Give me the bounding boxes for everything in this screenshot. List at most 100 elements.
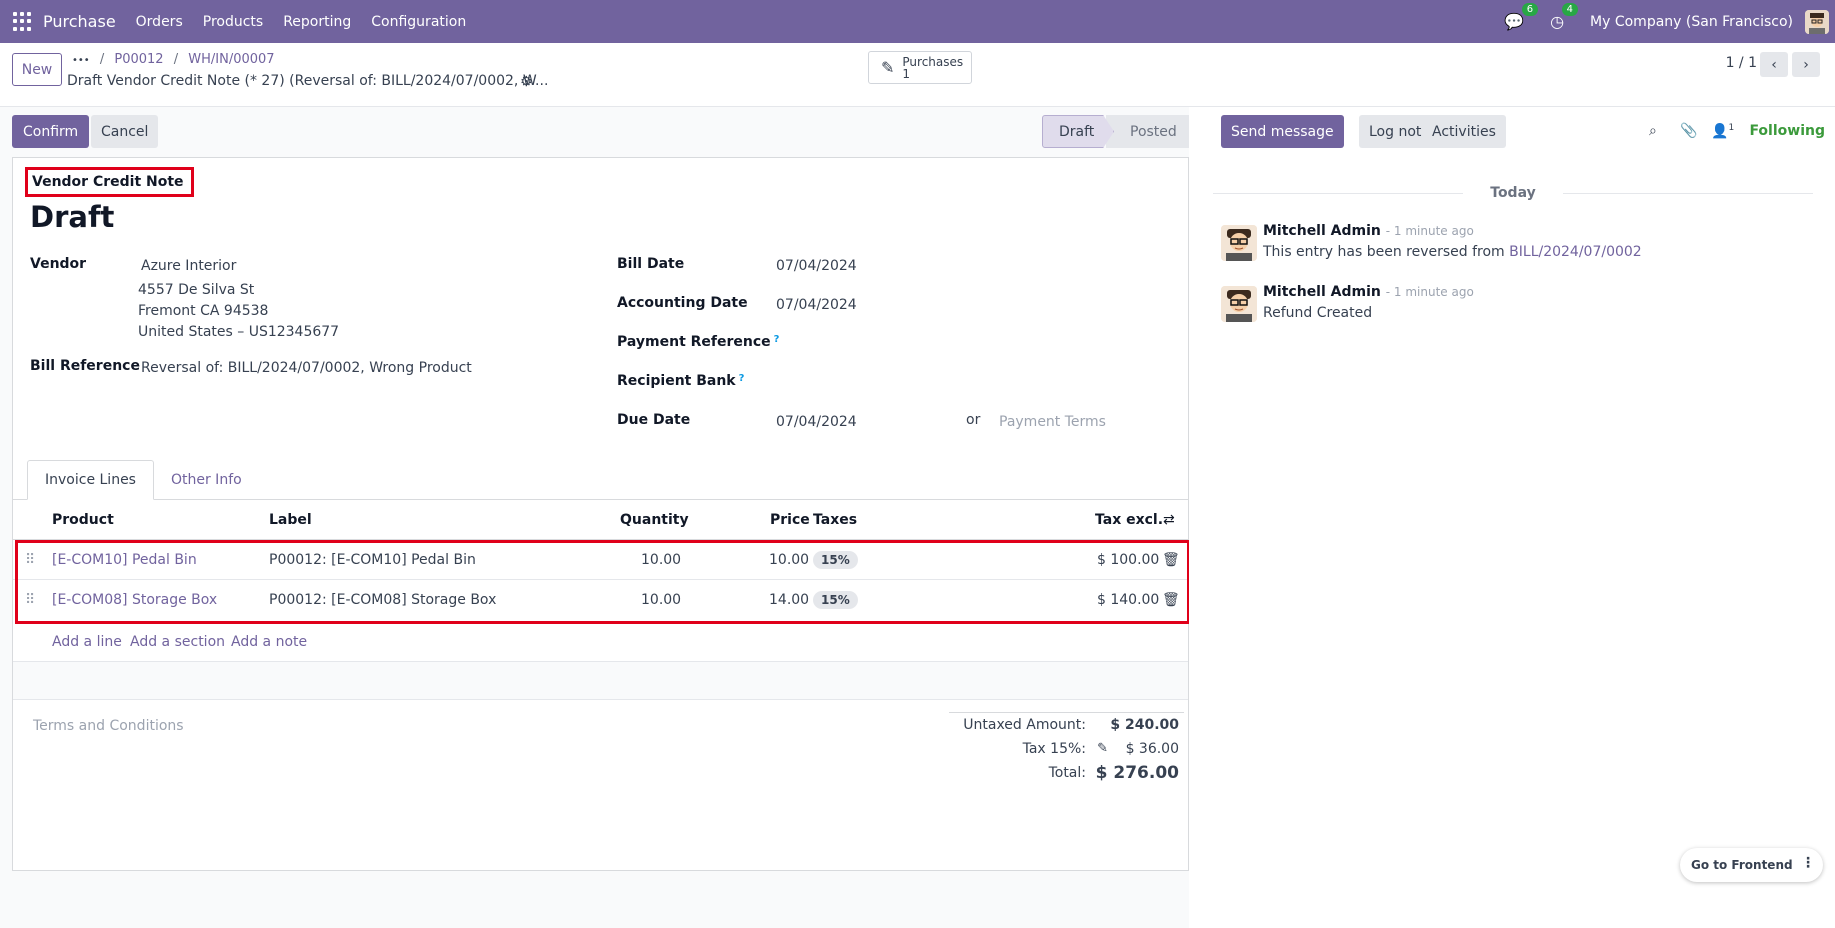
- control-panel: New ••• / P00012 / WH/IN/00007 Draft Ven…: [0, 43, 1835, 107]
- message-body: This entry has been reversed from BILL/2…: [1263, 244, 1642, 260]
- lines-table-header: Product Label Quantity Price Taxes Tax e…: [13, 500, 1188, 540]
- bill-reference-field[interactable]: Reversal of: BILL/2024/07/0002, Wrong Pr…: [141, 360, 472, 376]
- due-date-field[interactable]: 07/04/2024: [776, 414, 857, 430]
- lines-highlight-box: [15, 540, 1190, 624]
- cancel-button[interactable]: Cancel: [91, 115, 159, 148]
- activities-counter: 4: [1561, 3, 1579, 16]
- smart-button-count: 1: [902, 66, 911, 81]
- pencil-icon[interactable]: ✎: [1097, 741, 1108, 756]
- total-label: Total:: [1048, 765, 1086, 781]
- tab-invoice-lines[interactable]: Invoice Lines: [27, 460, 154, 500]
- confirm-button[interactable]: Confirm: [12, 115, 90, 148]
- totals-summary: Untaxed Amount: $ 240.00 Tax 15%: ✎ $ 36…: [949, 712, 1184, 785]
- message-time: - 1 minute ago: [1385, 224, 1474, 238]
- kebab-menu-icon[interactable]: ⋮: [1801, 855, 1815, 871]
- header-taxes[interactable]: Taxes: [813, 500, 857, 540]
- chat-bubbles-icon: 💬: [1504, 12, 1525, 31]
- tax-amount: $ 36.00: [1125, 741, 1179, 757]
- new-button[interactable]: New: [12, 53, 62, 86]
- clock-icon: ◷: [1550, 12, 1565, 31]
- app-menu-icon[interactable]: [13, 11, 33, 32]
- header-quantity[interactable]: Quantity: [620, 500, 689, 540]
- message-author[interactable]: Mitchell Admin - 1 minute ago: [1263, 223, 1474, 239]
- chatter: Send message Log note Activities ⌕ 📎 👤1 …: [1189, 107, 1835, 928]
- due-date-label: Due Date: [617, 412, 691, 428]
- add-note-link[interactable]: Add a note: [231, 622, 307, 662]
- activity-menu[interactable]: ◷ 4: [1550, 3, 1579, 31]
- menu-products[interactable]: Products: [203, 14, 263, 30]
- menu-reporting[interactable]: Reporting: [283, 14, 351, 30]
- notebook-tabs: Invoice Lines Other Info: [27, 460, 259, 500]
- stage-posted[interactable]: Posted: [1106, 115, 1200, 148]
- header-tax-excl[interactable]: Tax excl.: [1095, 500, 1163, 540]
- message-body: Refund Created: [1263, 305, 1373, 321]
- pager-value[interactable]: 1 / 1: [1726, 55, 1757, 71]
- vendor-city: Fremont CA 94538: [138, 303, 269, 319]
- menu-configuration[interactable]: Configuration: [371, 14, 466, 30]
- smart-button-label: Purchases: [902, 54, 964, 69]
- menu-orders[interactable]: Orders: [136, 14, 183, 30]
- recipient-bank-label: Recipient Bank?: [617, 373, 745, 389]
- following-button[interactable]: Following: [1749, 123, 1825, 139]
- avatar[interactable]: [1221, 286, 1257, 322]
- header-label[interactable]: Label: [269, 500, 312, 540]
- move-type-label: Vendor Credit Note: [25, 167, 194, 197]
- optional-columns-icon[interactable]: ⇄: [1163, 500, 1175, 540]
- untaxed-label: Untaxed Amount:: [963, 717, 1086, 733]
- bill-date-label: Bill Date: [617, 256, 685, 272]
- paperclip-icon[interactable]: 📎: [1680, 123, 1697, 139]
- purchases-smart-button[interactable]: ✎ Purchases 1: [868, 51, 972, 84]
- message-link[interactable]: BILL/2024/07/0002: [1509, 244, 1642, 260]
- tax-label: Tax 15%:: [1022, 741, 1086, 757]
- state-title: Draft: [30, 200, 115, 234]
- message-time: - 1 minute ago: [1385, 285, 1474, 299]
- pager-next-button[interactable]: ›: [1792, 52, 1820, 77]
- send-message-button[interactable]: Send message: [1221, 115, 1344, 148]
- breadcrumb-more[interactable]: •••: [72, 55, 90, 66]
- search-icon[interactable]: ⌕: [1649, 123, 1657, 139]
- tab-other-info[interactable]: Other Info: [154, 460, 259, 500]
- message-author[interactable]: Mitchell Admin - 1 minute ago: [1263, 284, 1474, 300]
- bill-date-field[interactable]: 07/04/2024: [776, 258, 857, 274]
- pager-previous-button[interactable]: ‹: [1760, 52, 1788, 77]
- vendor-street: 4557 De Silva St: [138, 282, 255, 298]
- add-section-link[interactable]: Add a section: [130, 622, 225, 662]
- go-to-frontend-label: Go to Frontend: [1691, 858, 1793, 872]
- messaging-menu[interactable]: 💬 6: [1504, 3, 1539, 31]
- untaxed-amount: $ 240.00: [1110, 717, 1179, 733]
- go-to-frontend-button[interactable]: Go to Frontend ⋮: [1680, 848, 1823, 882]
- recipient-bank-field[interactable]: [776, 373, 1176, 393]
- chevron-right-icon: ›: [1803, 56, 1809, 73]
- or-label: or: [966, 412, 981, 428]
- record-title: Draft Vendor Credit Note (* 27) (Reversa…: [67, 73, 549, 89]
- terms-and-conditions-field[interactable]: Terms and Conditions: [33, 718, 184, 734]
- vendor-field[interactable]: Azure Interior: [141, 258, 236, 274]
- help-icon[interactable]: ?: [739, 373, 745, 384]
- header-product[interactable]: Product: [52, 500, 114, 540]
- gear-icon[interactable]: ⚙: [520, 74, 533, 90]
- app-name[interactable]: Purchase: [43, 12, 116, 31]
- followers-icon[interactable]: 👤1: [1711, 123, 1734, 140]
- payment-reference-field[interactable]: [776, 334, 1176, 354]
- payment-reference-label: Payment Reference?: [617, 334, 780, 350]
- total-amount: $ 276.00: [1095, 763, 1179, 783]
- add-row-controls: Add a line Add a section Add a note: [13, 622, 1188, 662]
- user-avatar[interactable]: [1805, 9, 1829, 34]
- accounting-date-field[interactable]: 07/04/2024: [776, 297, 857, 313]
- breadcrumb-receipt[interactable]: WH/IN/00007: [188, 52, 274, 67]
- table-footer: [13, 662, 1188, 700]
- breadcrumb: ••• / P00012 / WH/IN/00007: [72, 52, 275, 67]
- edit-icon: ✎: [881, 58, 895, 77]
- accounting-date-label: Accounting Date: [617, 295, 748, 311]
- bill-reference-label: Bill Reference: [30, 358, 140, 374]
- add-line-link[interactable]: Add a line: [52, 622, 122, 662]
- top-navbar: Purchase Orders Products Reporting Confi…: [0, 0, 1835, 43]
- header-price[interactable]: Price: [770, 500, 810, 540]
- avatar[interactable]: [1221, 225, 1257, 261]
- company-switcher[interactable]: My Company (San Francisco): [1590, 14, 1793, 30]
- stage-draft[interactable]: Draft: [1042, 115, 1114, 148]
- form-sheet: Vendor Credit Note Draft Vendor Azure In…: [12, 157, 1190, 871]
- activities-button[interactable]: Activities: [1422, 115, 1506, 148]
- breadcrumb-p00012[interactable]: P00012: [114, 52, 163, 67]
- payment-terms-field[interactable]: Payment Terms: [999, 414, 1106, 430]
